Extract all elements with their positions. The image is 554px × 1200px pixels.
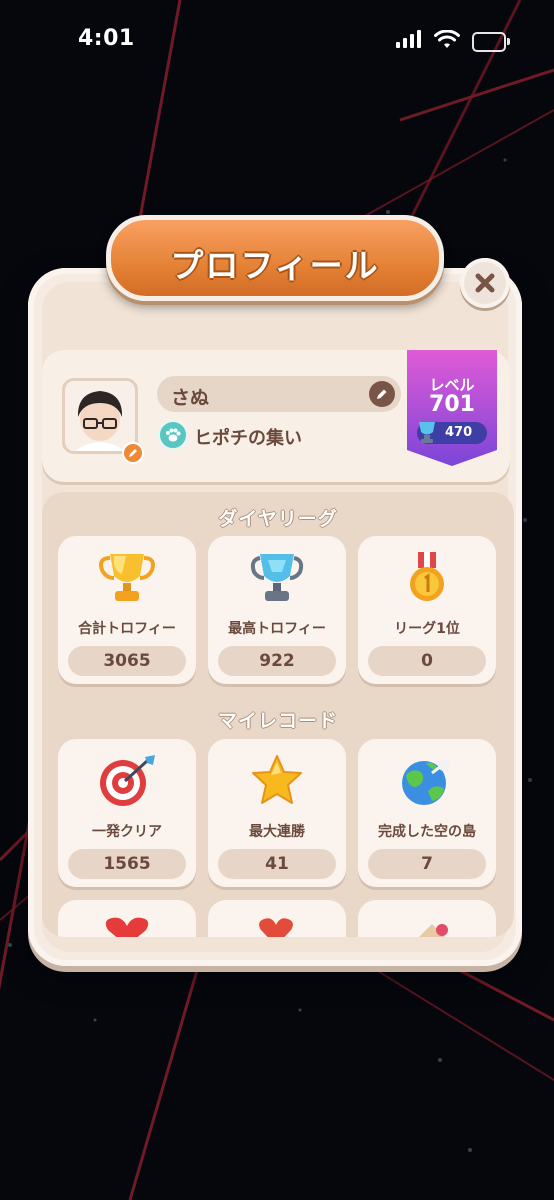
stat-card-total-trophies: 合計トロフィー 3065 bbox=[58, 536, 196, 684]
stat-card-max-streak: 最大連勝 41 bbox=[208, 739, 346, 887]
wifi-icon bbox=[434, 30, 460, 48]
club-name[interactable]: ヒポチの集い bbox=[194, 424, 302, 450]
stat-label: 最高トロフィー bbox=[228, 621, 326, 637]
heart-icon bbox=[105, 917, 149, 937]
clock: 4:01 bbox=[78, 26, 135, 51]
close-icon bbox=[475, 273, 495, 293]
stat-value: 7 bbox=[368, 849, 486, 879]
gold-medal-icon bbox=[410, 552, 444, 601]
planet-icon bbox=[402, 759, 450, 805]
stat-label: 合計トロフィー bbox=[78, 621, 176, 637]
level-value: 701 bbox=[429, 392, 475, 417]
envelope-icon bbox=[419, 924, 448, 937]
diamond-trophy-icon bbox=[250, 554, 304, 601]
stat-value: 922 bbox=[218, 646, 336, 676]
name-edit-button[interactable] bbox=[369, 381, 395, 407]
stat-label: 完成した空の島 bbox=[378, 824, 476, 840]
close-button[interactable] bbox=[460, 258, 510, 308]
stat-card-best-trophies: 最高トロフィー 922 bbox=[208, 536, 346, 684]
player-name: さぬ bbox=[171, 387, 210, 409]
stat-value: 0 bbox=[368, 646, 486, 676]
stat-card-partial bbox=[358, 900, 496, 937]
target-icon bbox=[100, 755, 155, 806]
records-title: マイレコード bbox=[217, 710, 338, 732]
gold-trophy-icon bbox=[99, 554, 155, 601]
profile-card: さぬ ヒポチの集い レベル 701 470 bbox=[42, 350, 510, 482]
stat-value: 1565 bbox=[68, 849, 186, 879]
stat-card-partial bbox=[58, 900, 196, 937]
stat-card-partial bbox=[208, 900, 346, 937]
page-title: プロフィール bbox=[170, 246, 380, 285]
trophy-count-pill: 470 bbox=[417, 422, 487, 444]
diamond-trophy-icon bbox=[419, 422, 435, 443]
league-title: ダイヤリーグ bbox=[218, 508, 338, 530]
stat-card-one-shot-clear: 一発クリア 1565 bbox=[58, 739, 196, 887]
stat-label: 最大連勝 bbox=[249, 824, 305, 840]
stat-label: リーグ1位 bbox=[394, 621, 460, 637]
pencil-icon bbox=[377, 389, 387, 399]
trophy-count: 470 bbox=[445, 425, 473, 440]
heart-icon bbox=[259, 918, 293, 937]
battery-icon bbox=[472, 32, 510, 52]
avatar-edit-button[interactable] bbox=[122, 442, 144, 464]
level-badge: レベル 701 470 bbox=[407, 350, 497, 468]
stat-card-league-first: リーグ1位 0 bbox=[358, 536, 496, 684]
stat-value: 41 bbox=[218, 849, 336, 879]
status-bar: 4:01 bbox=[0, 0, 554, 80]
title-banner: プロフィール bbox=[106, 215, 444, 301]
stat-label: 一発クリア bbox=[92, 824, 162, 840]
paw-icon bbox=[158, 420, 188, 450]
star-icon bbox=[252, 755, 302, 804]
stat-value: 3065 bbox=[68, 646, 186, 676]
stats-section[interactable]: ダイヤリーグ 合計トロフィー 3065 最高トロフィー 922 リーグ1位 0 … bbox=[42, 492, 514, 937]
signal-icon bbox=[396, 30, 421, 48]
stat-card-completed-sky-islands: 完成した空の島 7 bbox=[358, 739, 496, 887]
pencil-icon bbox=[129, 449, 137, 457]
name-field[interactable]: さぬ bbox=[157, 376, 401, 412]
